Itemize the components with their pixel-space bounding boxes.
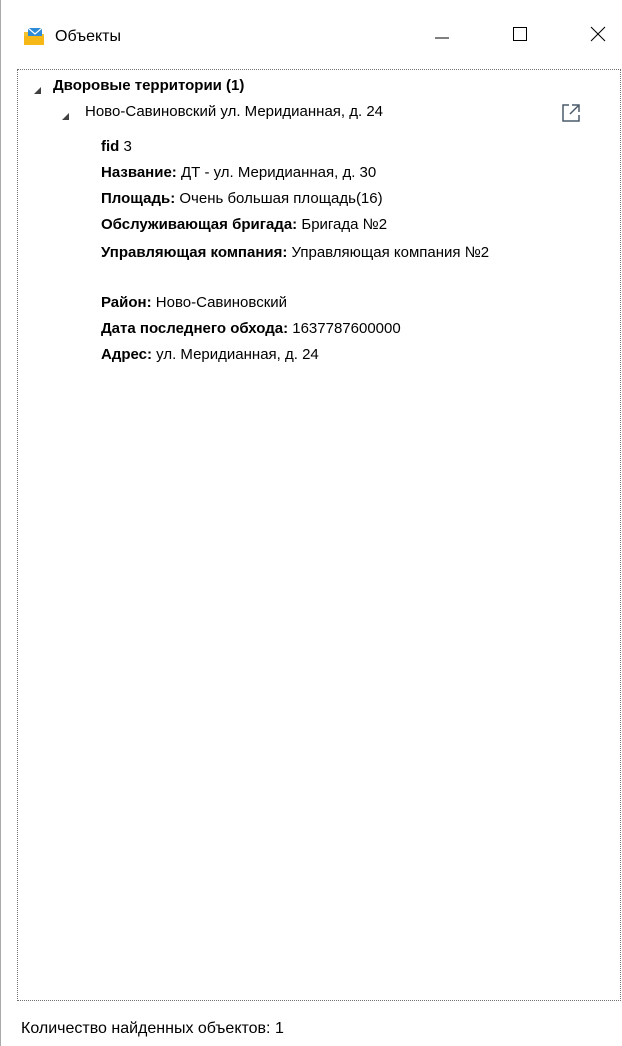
objects-window: Объекты Дворовые территории (1) Ново-Сав…: [0, 0, 622, 1046]
close-icon: [590, 26, 606, 47]
open-external-icon[interactable]: [559, 101, 583, 125]
attribute-key: Дата последнего обхода:: [101, 320, 289, 337]
attribute-value: 3: [123, 138, 132, 155]
attribute-area: Площадь: Очень большая площадь(16): [101, 188, 591, 210]
status-bar-text: Количество найденных объектов: 1: [21, 1020, 284, 1037]
attribute-value: Очень большая площадь(16): [179, 190, 383, 207]
attribute-service-team: Обслуживающая бригада: Бригада №2: [101, 214, 591, 236]
attribute-last-visit-date: Дата последнего обхода: 1637787600000: [101, 318, 591, 340]
maximize-icon: [512, 26, 528, 47]
attribute-value: Ново-Савиновский: [155, 294, 288, 311]
attribute-value: Управляющая компания №2: [291, 244, 490, 261]
attribute-district: Район: Ново-Савиновский: [101, 292, 591, 314]
attribute-key: Площадь:: [101, 190, 176, 207]
attribute-key: Адрес:: [101, 346, 152, 363]
attribute-key: fid: [101, 138, 120, 155]
group-label: Дворовые территории (1): [53, 77, 245, 94]
attribute-key: Район:: [101, 294, 152, 311]
folder-envelope-icon: [23, 26, 45, 46]
attribute-management-company: Управляющая компания: Управляющая компан…: [101, 240, 589, 266]
title-bar[interactable]: Объекты: [1, 0, 622, 62]
close-button[interactable]: [575, 16, 621, 56]
attribute-value: ул. Меридианная, д. 24: [156, 346, 319, 363]
attribute-fid: fid 3: [101, 136, 591, 158]
attribute-value: ДТ - ул. Меридианная, д. 30: [180, 164, 377, 181]
expanded-triangle-icon[interactable]: [61, 108, 71, 120]
minimize-icon: [434, 26, 450, 47]
attribute-value: 1637787600000: [292, 320, 401, 337]
attribute-key: Обслуживающая бригада:: [101, 216, 298, 233]
maximize-button[interactable]: [497, 16, 543, 56]
attribute-value: Бригада №2: [301, 216, 388, 233]
attribute-address: Адрес: ул. Меридианная, д. 24: [101, 344, 591, 366]
item-label: Ново-Савиновский ул. Меридианная, д. 24: [85, 103, 384, 120]
attribute-key: Название:: [101, 164, 177, 181]
attribute-key: Управляющая компания:: [101, 244, 288, 261]
expanded-triangle-icon[interactable]: [33, 82, 43, 94]
window-title: Объекты: [55, 28, 121, 45]
attribute-name: Название: ДТ - ул. Меридианная, д. 30: [101, 162, 591, 184]
minimize-button[interactable]: [419, 16, 465, 56]
